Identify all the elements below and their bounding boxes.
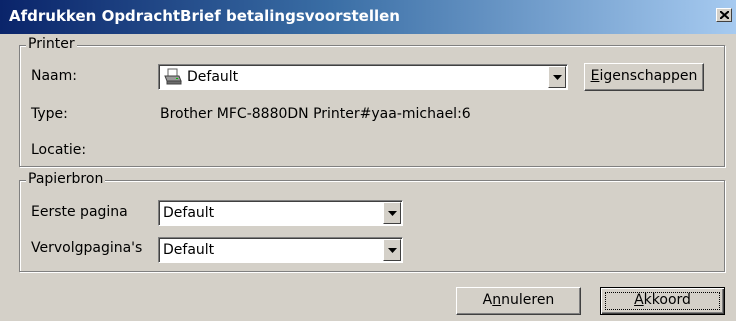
first-page-select[interactable]: Default <box>158 200 403 226</box>
printer-name-label: Naam: <box>31 68 77 84</box>
printer-icon <box>164 68 182 85</box>
close-button[interactable] <box>716 8 732 22</box>
next-pages-dropdown-button[interactable] <box>383 239 401 261</box>
printer-type-value: Brother MFC-8880DN Printer#yaa-michael:6 <box>160 106 471 122</box>
first-page-dropdown-button[interactable] <box>383 202 401 224</box>
close-icon <box>720 11 729 19</box>
cancel-label-prefix: A <box>482 292 493 308</box>
next-pages-label: Vervolgpagina's <box>31 240 143 256</box>
title-bar[interactable]: Afdrukken OpdrachtBrief betalingsvoorste… <box>0 0 736 34</box>
printer-name-select[interactable]: Default <box>158 64 568 90</box>
paper-source-group-legend: Papierbron <box>26 171 106 187</box>
printer-name-dropdown-button[interactable] <box>548 66 566 88</box>
first-page-label: Eerste pagina <box>31 204 128 220</box>
window-title: Afdrukken OpdrachtBrief betalingsvoorste… <box>9 7 400 25</box>
properties-label-rest: igenschappen <box>599 68 698 84</box>
printer-name-value: Default <box>187 69 239 85</box>
cancel-button[interactable]: Annuleren <box>456 287 581 315</box>
next-pages-value: Default <box>163 242 215 258</box>
properties-button[interactable]: Eigenschappen <box>584 63 704 91</box>
next-pages-select[interactable]: Default <box>158 237 403 263</box>
printer-location-label: Locatie: <box>31 142 87 158</box>
chevron-down-icon <box>388 211 397 216</box>
ok-button[interactable]: Akkoord <box>600 287 725 315</box>
focus-rectangle <box>605 292 720 310</box>
cancel-label-rest: nuleren <box>501 292 555 308</box>
printer-group-legend: Printer <box>26 36 77 52</box>
chevron-down-icon <box>388 248 397 253</box>
printer-type-label: Type: <box>31 106 68 122</box>
cancel-label-mnemonic: n <box>492 292 502 308</box>
chevron-down-icon <box>553 75 562 80</box>
first-page-value: Default <box>163 205 215 221</box>
